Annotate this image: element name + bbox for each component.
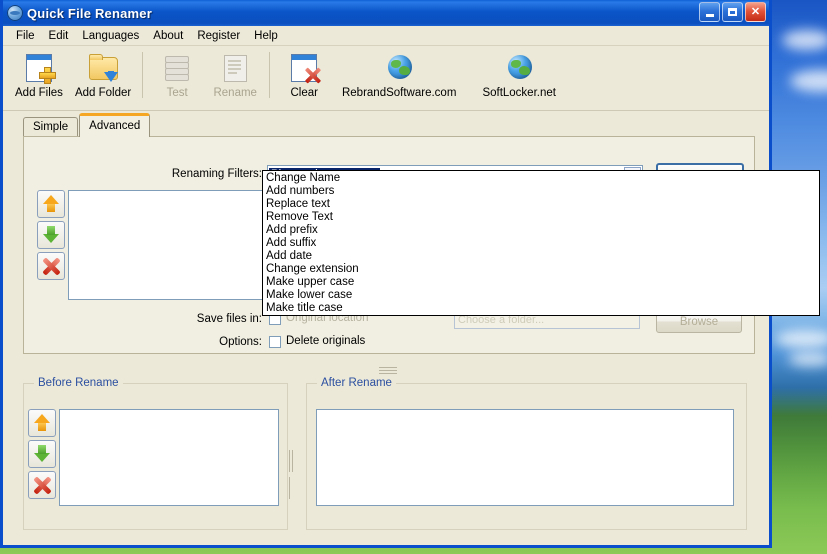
toolbar-separator <box>142 52 144 98</box>
toolbar-rebrandsoftware-label: RebrandSoftware.com <box>341 87 457 99</box>
clear-icon <box>288 52 320 84</box>
globe-icon <box>503 52 535 84</box>
filter-delete-button[interactable] <box>37 252 65 280</box>
add-folder-icon <box>87 52 119 84</box>
save-files-in-label: Save files in: <box>196 313 262 325</box>
toolbar: Add Files Add Folder Test Rename Clear R… <box>3 46 769 111</box>
arrow-down-icon <box>34 445 50 462</box>
toolbar-test-label: Test <box>166 87 188 99</box>
globe-icon <box>383 52 415 84</box>
dropdown-option[interactable]: Replace text <box>263 198 819 211</box>
toolbar-separator <box>269 52 271 98</box>
dropdown-option[interactable]: Add prefix <box>263 224 819 237</box>
dropdown-option[interactable]: Make title case <box>263 302 819 315</box>
vertical-splitter-grip[interactable] <box>289 450 296 499</box>
before-rename-group: Before Rename <box>23 377 288 530</box>
tab-advanced[interactable]: Advanced <box>79 113 151 137</box>
horizontal-splitter-grip[interactable] <box>379 367 397 374</box>
close-button[interactable]: ✕ <box>745 2 766 22</box>
toolbar-rename-button[interactable]: Rename <box>206 50 264 101</box>
delete-originals-checkbox[interactable] <box>269 336 281 348</box>
toolbar-add-folder-label: Add Folder <box>74 87 132 99</box>
arrow-up-icon <box>34 414 50 431</box>
delete-originals-label: Delete originals <box>286 335 366 347</box>
window-title: Quick File Renamer <box>27 5 152 21</box>
tab-strip: Simple Advanced <box>23 113 769 137</box>
toolbar-softlocker-label: SoftLocker.net <box>482 87 556 99</box>
before-rename-listbox[interactable] <box>59 409 279 506</box>
red-x-icon <box>41 256 61 276</box>
minimize-icon <box>705 13 714 17</box>
dropdown-option[interactable]: Add suffix <box>263 237 819 250</box>
app-globe-icon <box>7 5 23 21</box>
close-icon: ✕ <box>750 5 761 18</box>
window-controls: ✕ <box>699 2 766 22</box>
before-move-up-button[interactable] <box>28 409 56 437</box>
dropdown-option[interactable]: Remove Text <box>263 211 819 224</box>
before-delete-button[interactable] <box>28 471 56 499</box>
renaming-filters-dropdown[interactable]: Change Name Add numbers Replace text Rem… <box>262 170 820 316</box>
dropdown-option[interactable]: Change extension <box>263 263 819 276</box>
toolbar-add-files-label: Add Files <box>15 87 63 99</box>
dropdown-option[interactable]: Make upper case <box>263 276 819 289</box>
arrow-down-icon <box>43 226 59 243</box>
arrow-up-icon <box>43 195 59 212</box>
dropdown-option[interactable]: Add numbers <box>263 185 819 198</box>
rename-icon <box>219 52 251 84</box>
after-rename-listbox[interactable] <box>316 409 734 506</box>
filter-move-up-button[interactable] <box>37 190 65 218</box>
toolbar-add-files-button[interactable]: Add Files <box>9 50 69 101</box>
menu-item-about[interactable]: About <box>146 28 190 44</box>
wallpaper-cloud <box>782 30 827 50</box>
tab-simple[interactable]: Simple <box>23 117 79 136</box>
renaming-filters-label: Renaming Filters: <box>171 168 262 180</box>
dropdown-option[interactable]: Add date <box>263 250 819 263</box>
add-files-icon <box>23 52 56 84</box>
before-rename-title: Before Rename <box>34 377 123 389</box>
dropdown-option[interactable]: Make lower case <box>263 289 819 302</box>
options-label: Options: <box>219 336 262 348</box>
minimize-button[interactable] <box>699 2 720 22</box>
red-x-icon <box>32 475 52 495</box>
menu-item-register[interactable]: Register <box>190 28 247 44</box>
toolbar-add-folder-button[interactable]: Add Folder <box>69 50 137 101</box>
menu-item-languages[interactable]: Languages <box>75 28 146 44</box>
menu-item-edit[interactable]: Edit <box>42 28 76 44</box>
wallpaper-cloud <box>775 330 827 348</box>
test-icon <box>161 52 193 84</box>
wallpaper-cloud <box>788 352 827 366</box>
before-move-down-button[interactable] <box>28 440 56 468</box>
menu-bar: File Edit Languages About Register Help <box>3 26 769 46</box>
wallpaper-cloud <box>790 70 827 92</box>
toolbar-rename-label: Rename <box>213 87 257 99</box>
title-bar[interactable]: Quick File Renamer ✕ <box>3 0 769 26</box>
toolbar-clear-label: Clear <box>290 87 318 99</box>
maximize-icon <box>728 8 737 16</box>
toolbar-test-button[interactable]: Test <box>148 50 206 101</box>
after-rename-title: After Rename <box>317 377 396 389</box>
filter-move-down-button[interactable] <box>37 221 65 249</box>
after-rename-group: After Rename <box>306 377 747 530</box>
menu-item-file[interactable]: File <box>9 28 42 44</box>
menu-item-help[interactable]: Help <box>247 28 285 44</box>
toolbar-softlocker-link[interactable]: SoftLocker.net <box>465 50 573 101</box>
toolbar-rebrandsoftware-link[interactable]: RebrandSoftware.com <box>333 50 465 101</box>
dropdown-option[interactable]: Change Name <box>263 172 819 185</box>
toolbar-clear-button[interactable]: Clear <box>275 50 333 101</box>
maximize-button[interactable] <box>722 2 743 22</box>
